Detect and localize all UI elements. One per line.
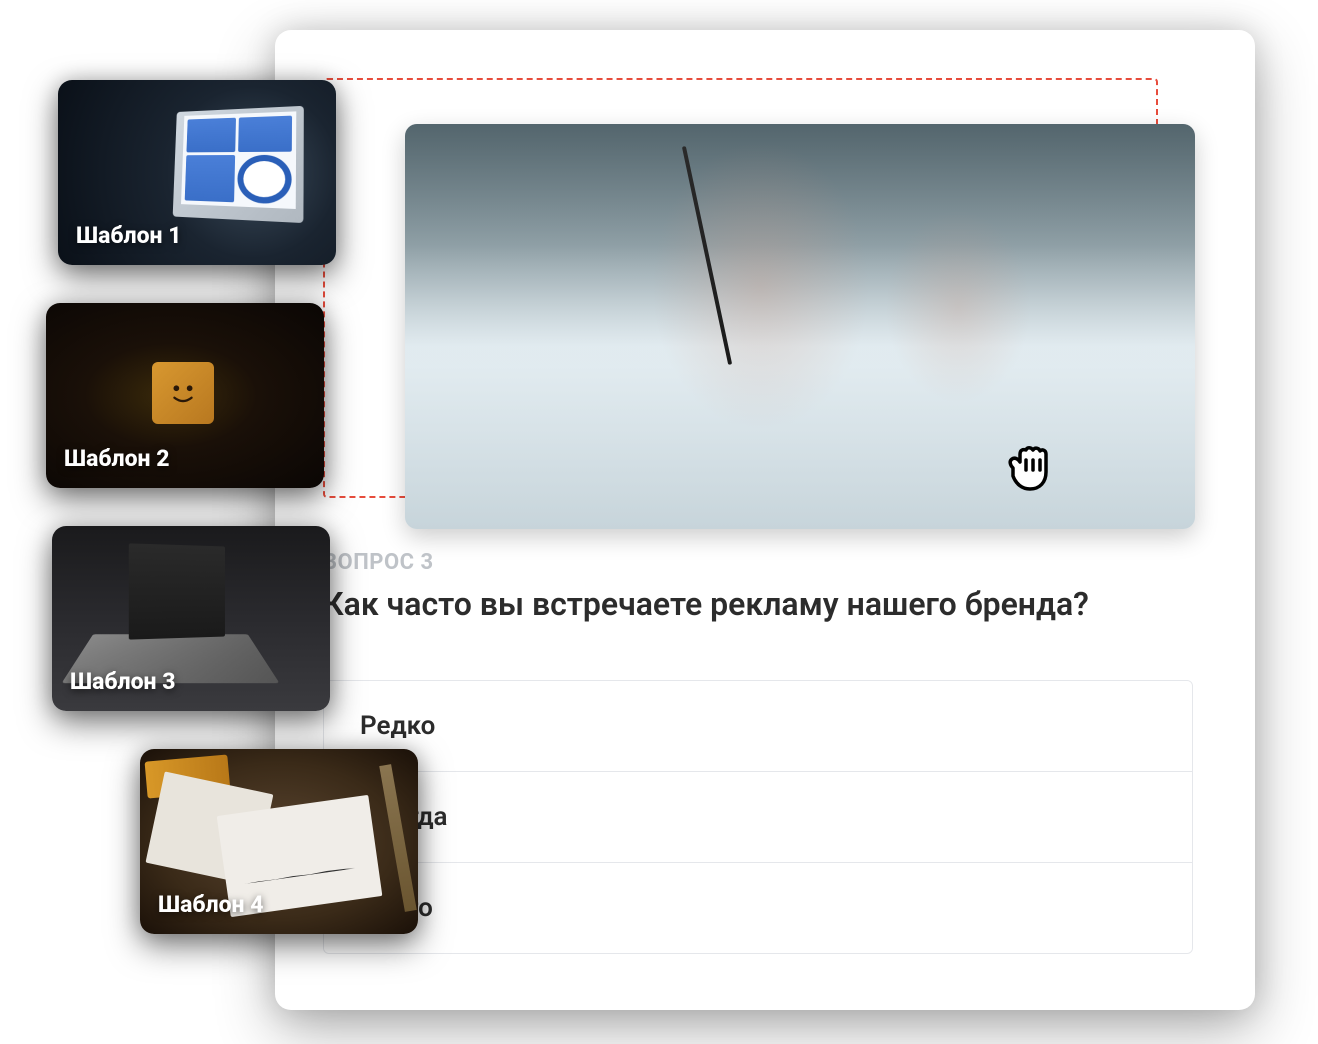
grab-cursor-icon (1002, 440, 1060, 494)
question-number-label: ВОПРОС 3 (323, 550, 434, 575)
question-title[interactable]: Как часто вы встречаете рекламу нашего б… (323, 585, 1089, 623)
template-label: Шаблон 2 (64, 445, 170, 472)
question-image[interactable] (405, 124, 1195, 529)
answer-option[interactable]: Редко (324, 681, 1192, 772)
answer-options-list: Редко Иногда Часто (323, 680, 1193, 954)
template-card-1[interactable]: Шаблон 1 (58, 80, 336, 265)
template-card-3[interactable]: Шаблон 3 (52, 526, 330, 711)
template-label: Шаблон 3 (70, 668, 176, 695)
survey-editor-card: ВОПРОС 3 Как часто вы встречаете рекламу… (275, 30, 1255, 1010)
smiley-icon (152, 362, 214, 424)
template-gallery-sidebar: Шаблон 1 Шаблон 2 Шаблон 3 Шаблон 4 (58, 80, 336, 934)
template-card-4[interactable]: Шаблон 4 (140, 749, 418, 934)
template-card-2[interactable]: Шаблон 2 (46, 303, 324, 488)
answer-option[interactable]: Часто (324, 863, 1192, 953)
template-label: Шаблон 4 (158, 891, 264, 918)
template-label: Шаблон 1 (76, 222, 182, 249)
answer-option[interactable]: Иногда (324, 772, 1192, 863)
